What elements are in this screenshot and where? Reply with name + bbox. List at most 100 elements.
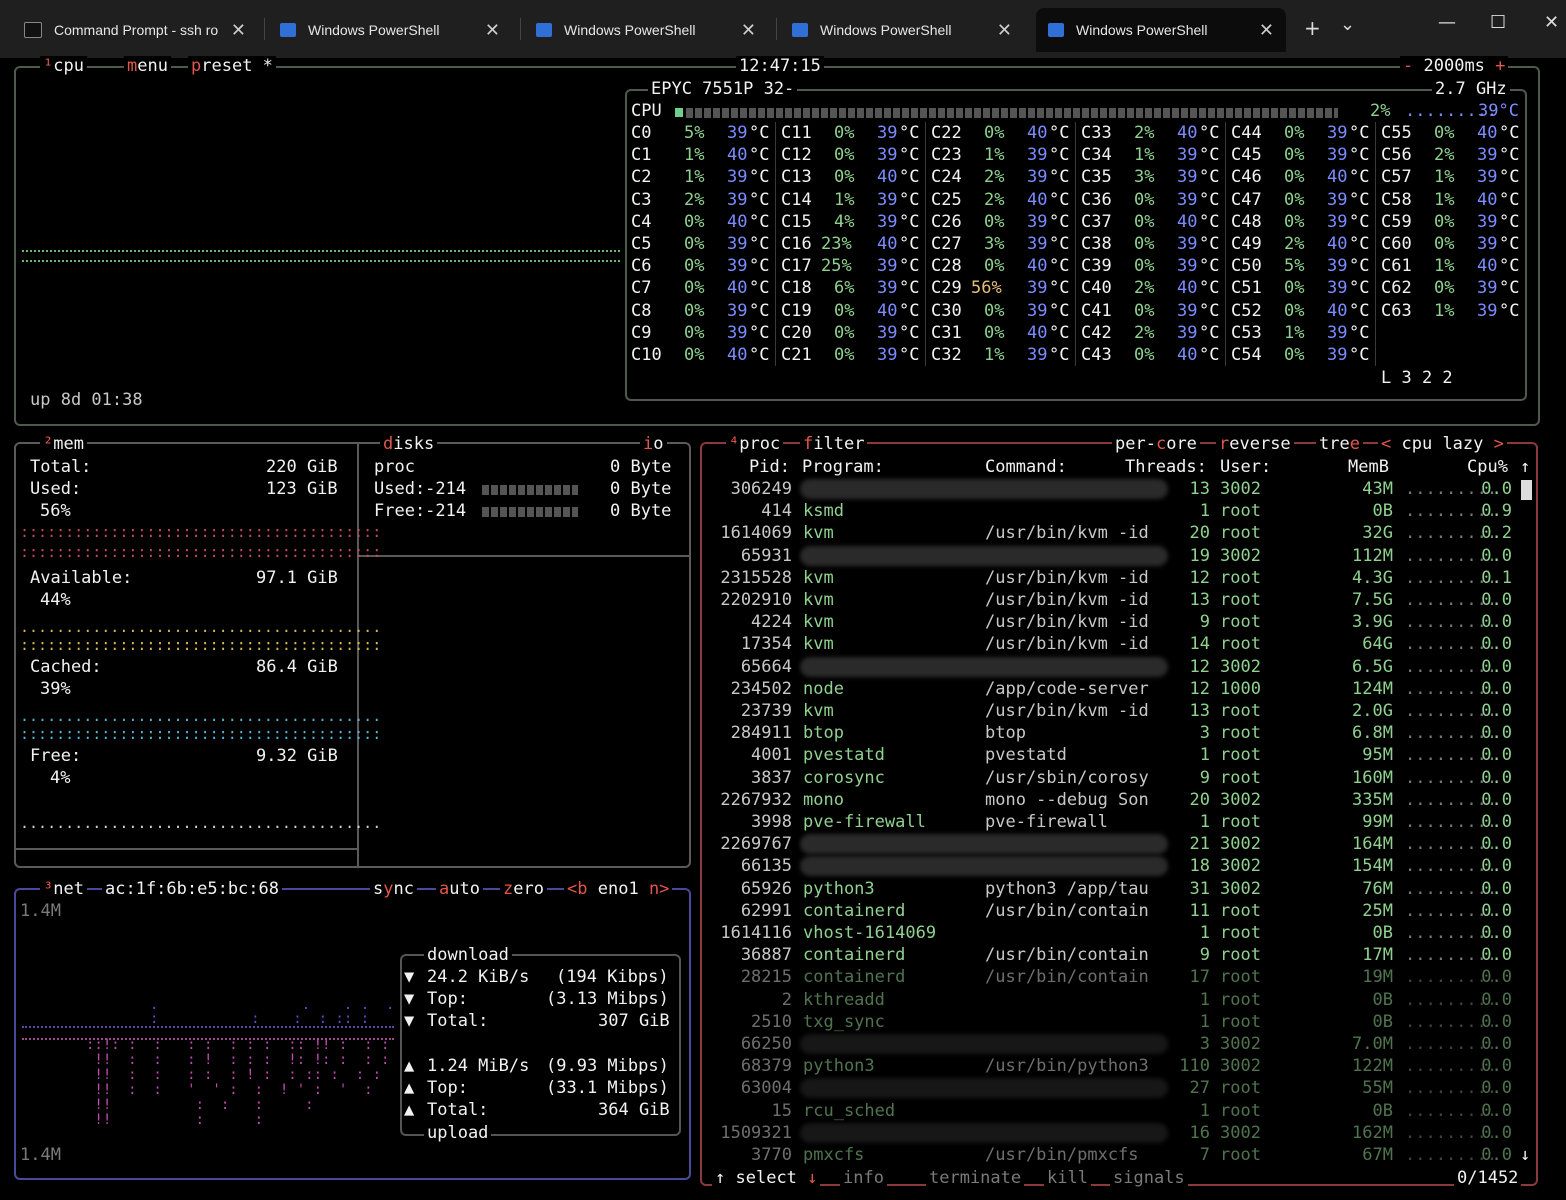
menu-button[interactable]: menu	[124, 56, 171, 76]
proc-program: python3	[803, 1056, 875, 1077]
proc-command: python3 /app/tau	[985, 878, 1149, 899]
proc-sort-selector[interactable]: < cpu lazy >	[1378, 434, 1507, 454]
proc-user: root	[1220, 1100, 1261, 1121]
proc-cpu: 0.0	[1481, 545, 1512, 566]
col-cpu[interactable]: Cpu%	[1467, 456, 1508, 478]
tab-powershell-4[interactable]: Windows PowerShell ✕	[1036, 8, 1286, 52]
proc-kill-button[interactable]: kill	[1044, 1168, 1091, 1188]
core-temp-unit: °C	[1349, 322, 1370, 343]
proc-footer-select[interactable]: ↑ select ↓	[712, 1168, 821, 1188]
core-temp: 39	[1477, 234, 1498, 254]
new-tab-button[interactable]: +	[1304, 16, 1321, 40]
core-usage: 0%	[1134, 234, 1155, 254]
close-tab-icon[interactable]: ✕	[231, 20, 246, 41]
terminal[interactable]: ¹cpu menu preset * 12:47:15 - 2000ms + u…	[0, 56, 1566, 1200]
proc-per-core-toggle[interactable]: per-core	[1112, 434, 1200, 454]
close-window-button[interactable]: ✕	[1544, 12, 1559, 33]
net-zero-toggle[interactable]: zero	[500, 879, 547, 899]
scrollbar-thumb[interactable]	[1521, 480, 1532, 500]
col-command[interactable]: Command:	[985, 456, 1067, 478]
close-tab-icon[interactable]: ✕	[485, 20, 500, 41]
proc-cpu: 0.0	[1481, 767, 1512, 788]
io-toggle[interactable]: io	[640, 434, 667, 454]
core-usage: 0%	[834, 345, 855, 365]
core-label: C61	[1381, 256, 1412, 277]
tab-command-prompt[interactable]: Command Prompt - ssh ro ✕	[0, 8, 258, 52]
core-temp-unit: °C	[899, 211, 920, 232]
proc-program: containerd	[803, 900, 906, 921]
core-temp: 39	[1327, 211, 1348, 232]
col-user[interactable]: User:	[1220, 456, 1271, 478]
core-temp-unit: °C	[1049, 256, 1070, 277]
core-label: C39	[1081, 256, 1112, 277]
net-auto-toggle[interactable]: auto	[436, 879, 483, 899]
redacted-block	[800, 1122, 1168, 1143]
proc-pid: 65926	[740, 878, 792, 899]
net-iface-selector[interactable]: <b eno1 n>	[564, 879, 673, 899]
maximize-button[interactable]: ☐	[1490, 12, 1506, 33]
proc-threads: 27	[1189, 1078, 1210, 1099]
minimize-button[interactable]: —	[1438, 12, 1456, 33]
col-threads[interactable]: Threads:	[1125, 456, 1207, 478]
proc-terminate-button[interactable]: terminate	[926, 1168, 1025, 1188]
proc-pid: 28215	[740, 967, 792, 988]
core-temp-unit: °C	[749, 300, 770, 321]
proc-user: root	[1220, 567, 1261, 588]
close-tab-icon[interactable]: ✕	[741, 20, 756, 41]
core-temp: 39	[877, 345, 898, 365]
proc-user: root	[1220, 634, 1261, 655]
proc-tree-toggle[interactable]: tree	[1316, 434, 1363, 454]
close-tab-icon[interactable]: ✕	[997, 20, 1012, 41]
scroll-down-icon[interactable]: ↓	[1520, 1144, 1530, 1166]
proc-user: root	[1220, 812, 1261, 832]
tab-powershell-2[interactable]: Windows PowerShell ✕	[512, 8, 768, 52]
close-tab-icon[interactable]: ✕	[1259, 20, 1274, 41]
core-label: C56	[1381, 145, 1412, 166]
core-usage: 0%	[1434, 211, 1455, 232]
core-temp-unit: °C	[1349, 300, 1370, 321]
core-temp-unit: °C	[1199, 278, 1220, 299]
tab-powershell-1[interactable]: Windows PowerShell ✕	[256, 8, 512, 52]
core-usage: 0%	[1284, 189, 1305, 210]
tab-dropdown-icon[interactable]: ⌄	[1340, 14, 1355, 35]
net-mac: ac:1f:6b:e5:bc:68	[102, 879, 282, 899]
proc-pid: 65664	[740, 656, 792, 677]
net-sync-toggle[interactable]: sync	[370, 879, 417, 899]
core-label: C4	[631, 211, 652, 232]
proc-pid: 284911	[730, 723, 792, 744]
preset-button[interactable]: preset *	[188, 56, 276, 76]
proc-signals-button[interactable]: signals	[1110, 1168, 1188, 1188]
core-temp-unit: °C	[1349, 167, 1370, 188]
core-temp-unit: °C	[899, 123, 920, 143]
proc-info-button[interactable]: info	[840, 1168, 887, 1188]
col-memb[interactable]: MemB	[1348, 456, 1389, 478]
proc-reverse-toggle[interactable]: reverse	[1216, 434, 1294, 454]
proc-cpu: 0.0	[1481, 967, 1512, 988]
core-temp-unit: °C	[1049, 300, 1070, 321]
proc-cpu: 0.0	[1481, 1056, 1512, 1077]
proc-memb: 7.0M	[1352, 1034, 1393, 1054]
proc-pid: 4224	[751, 612, 792, 633]
proc-cpu: 0.0	[1481, 678, 1512, 699]
core-temp: 39	[1177, 189, 1198, 210]
update-interval[interactable]: - 2000ms +	[1400, 56, 1509, 76]
col-pid[interactable]: Pid:	[749, 456, 790, 478]
disk-proc-value: 0 Byte	[610, 457, 672, 477]
core-label: C2	[631, 167, 652, 188]
core-temp: 39	[877, 123, 898, 143]
core-temp: 40	[1027, 123, 1048, 143]
proc-pid: 3998	[751, 812, 792, 832]
core-temp-unit: °C	[1499, 145, 1520, 166]
core-usage: 6%	[834, 278, 855, 299]
core-usage: 1%	[1434, 167, 1455, 188]
proc-pid: 66135	[740, 856, 792, 877]
tab-powershell-3[interactable]: Windows PowerShell ✕	[768, 8, 1024, 52]
mem-cached-pct: 39%	[40, 679, 71, 699]
disks-title[interactable]: disks	[380, 434, 438, 454]
core-label: C55	[1381, 123, 1412, 143]
redacted-block	[800, 545, 1168, 566]
col-program[interactable]: Program:	[802, 456, 884, 478]
proc-cpu: 0.0	[1481, 834, 1512, 855]
proc-filter[interactable]: filter	[800, 434, 868, 454]
proc-pid: 17354	[740, 634, 792, 655]
